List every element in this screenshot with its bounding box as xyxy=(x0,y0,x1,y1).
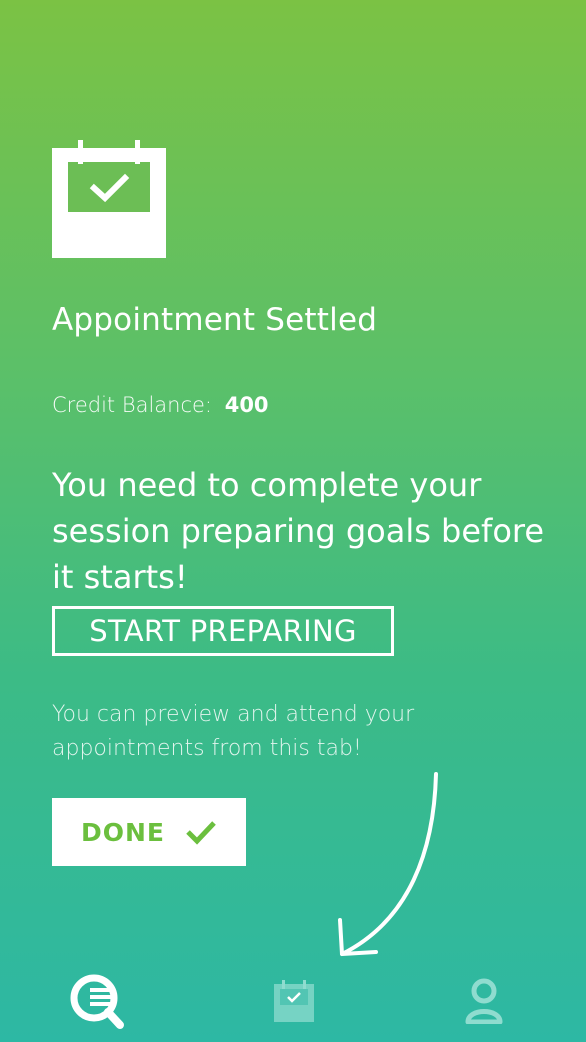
checkmark-icon xyxy=(186,821,216,845)
tab-bar xyxy=(0,966,586,1042)
preparation-message: You need to complete your session prepar… xyxy=(52,466,545,596)
calendar-check-icon xyxy=(274,980,314,1022)
curved-arrow-icon xyxy=(338,772,438,956)
tab-hint-text: You can preview and attend your appointm… xyxy=(52,702,415,761)
calendar-check-icon xyxy=(52,140,166,258)
search-list-icon xyxy=(70,974,124,1029)
start-preparing-button[interactable]: START PREPARING xyxy=(52,606,394,656)
done-button[interactable]: DONE xyxy=(52,798,246,866)
tab-search[interactable] xyxy=(58,966,138,1036)
credit-balance-label: Credit Balance: xyxy=(52,393,213,417)
page-title: Appointment Settled xyxy=(52,302,378,338)
tab-appointments[interactable] xyxy=(254,966,334,1036)
done-button-label: DONE xyxy=(80,817,165,847)
person-icon xyxy=(465,978,503,1024)
credit-balance-value: 400 xyxy=(224,393,269,417)
credit-balance: Credit Balance: 400 xyxy=(52,393,269,417)
tab-profile[interactable] xyxy=(444,966,524,1036)
